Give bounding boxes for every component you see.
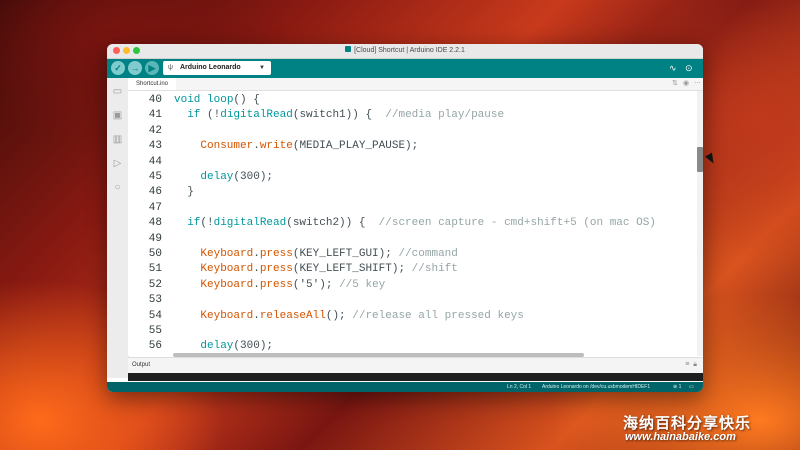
line-number: 54 (148, 309, 162, 322)
chevron-down-icon: ▼ (259, 65, 265, 71)
code-line[interactable]: } (174, 185, 194, 200)
activity-sidebar: ▭ ▣ ▥ ▷ ○ ● (107, 78, 129, 378)
notification-count[interactable]: ⊕ 1 (673, 382, 681, 392)
code-line[interactable]: if (!digitalRead(switch1)) { //media pla… (174, 108, 504, 123)
arrow-right-icon: → (130, 63, 140, 73)
line-number: 52 (148, 278, 162, 291)
debug-button[interactable]: ▶ (145, 61, 159, 75)
vertical-scroll-thumb[interactable] (697, 147, 703, 172)
more-options-icon[interactable]: ⋯ (694, 79, 701, 89)
line-number: 47 (148, 201, 162, 214)
cloud-sync-icon[interactable]: ⇅ (672, 79, 678, 89)
line-number: 43 (148, 140, 162, 153)
board-manager-icon[interactable]: ▣ (112, 110, 123, 121)
line-number: 40 (148, 94, 162, 106)
terminal-toggle-icon[interactable]: ▭ (689, 382, 694, 392)
code-line[interactable]: Keyboard.press(KEY_LEFT_GUI); //command (174, 247, 457, 262)
title-bar: [Cloud] Shortcut | Arduino IDE 2.2.1 (107, 44, 703, 59)
code-line[interactable]: Consumer.write(MEDIA_PLAY_PAUSE); (174, 139, 418, 154)
code-line[interactable]: delay(300); (174, 170, 273, 185)
code-line[interactable]: void loop() { (174, 93, 260, 108)
upload-button[interactable]: → (128, 61, 142, 75)
mouse-pointer (705, 152, 717, 166)
eye-icon[interactable]: ◉ (683, 79, 689, 89)
library-icon[interactable]: ▥ (112, 134, 123, 145)
usb-icon: ψ (168, 64, 173, 71)
line-number: 41 (148, 109, 162, 122)
cursor-position[interactable]: Ln 2, Col 1 (507, 382, 531, 392)
debug-icon[interactable]: ▷ (112, 158, 123, 169)
output-panel-header: Output ≡ 🔒︎ (128, 357, 703, 374)
code-line[interactable]: if(!digitalRead(switch2)) { //screen cap… (174, 216, 656, 231)
line-number: 51 (148, 263, 162, 276)
serial-monitor-button[interactable]: ⊙ (685, 62, 693, 74)
code-line[interactable]: Keyboard.releaseAll(); //release all pre… (174, 309, 523, 324)
line-number: 48 (148, 217, 162, 230)
folder-icon[interactable]: ▭ (112, 86, 123, 97)
line-number: 46 (148, 186, 162, 199)
code-line[interactable]: Keyboard.press('5'); //5 key (174, 278, 385, 293)
code-line[interactable]: Keyboard.press(KEY_LEFT_SHIFT); //shift (174, 262, 457, 277)
check-icon: ✓ (114, 63, 122, 73)
line-number: 50 (148, 248, 162, 260)
verify-button[interactable]: ✓ (111, 61, 125, 75)
ide-window: [Cloud] Shortcut | Arduino IDE 2.2.1 ✓ →… (107, 44, 703, 392)
debug-icon: ▶ (148, 63, 156, 73)
output-console[interactable] (128, 373, 703, 381)
editor-tab-bar: Shortcut.ino ⇅ ◉ ⋯ (128, 78, 703, 91)
line-number: 55 (148, 325, 162, 337)
serial-plotter-button[interactable]: ∿ (669, 62, 677, 74)
vertical-scrollbar[interactable] (697, 91, 703, 356)
board-port-status[interactable]: Arduino Leonardo on /dev/cu.usbmodemHIDE… (542, 382, 650, 392)
line-number: 53 (148, 294, 162, 307)
search-icon[interactable]: ○ (112, 182, 123, 193)
bell-icon: ⊕ (673, 384, 678, 390)
board-selector[interactable]: ψ Arduino Leonardo ▼ (163, 61, 271, 75)
line-number: 42 (148, 124, 162, 137)
line-number: 49 (148, 232, 162, 245)
window-title: [Cloud] Shortcut | Arduino IDE 2.2.1 (354, 47, 465, 54)
output-label: Output (132, 362, 151, 368)
toolbar: ✓ → ▶ ψ Arduino Leonardo ▼ ∿ ⊙ (107, 59, 703, 78)
line-number: 45 (148, 171, 162, 183)
watermark-text: 海纳百科分享快乐 (623, 415, 752, 432)
line-number-gutter: 40 41 42 43 44 45 46 47 48 49 50 51 52 53 54 55 56 (128, 91, 166, 356)
board-name: Arduino Leonardo (180, 64, 241, 71)
output-panel-actions[interactable]: ≡ 🔒︎ (685, 358, 697, 372)
line-number: 44 (148, 155, 162, 168)
line-number: 56 (148, 340, 162, 353)
cloud-sketch-icon (345, 46, 352, 53)
tab-shortcut-ino[interactable]: Shortcut.ino (128, 78, 177, 90)
code-editor[interactable]: void loop() { if (!digitalRead(switch1))… (166, 91, 696, 356)
watermark-url: www.hainabaike.com (625, 431, 736, 443)
status-bar: Ln 2, Col 1 Arduino Leonardo on /dev/cu.… (107, 382, 703, 392)
